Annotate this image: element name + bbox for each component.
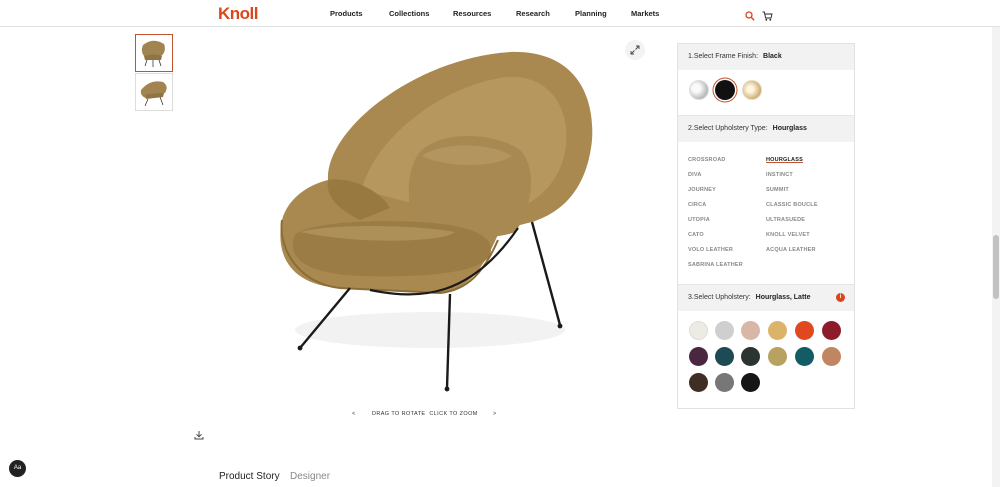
- upholstery-option-volo-leather[interactable]: VOLO LEATHER: [688, 247, 733, 253]
- swatch-black[interactable]: [741, 373, 760, 392]
- scrollbar[interactable]: [992, 27, 1000, 487]
- thumbnail-front[interactable]: [135, 34, 173, 72]
- nav-products[interactable]: Products: [330, 9, 363, 18]
- tab-designer[interactable]: Designer: [290, 471, 330, 482]
- site-header: Knoll Products Collections Resources Res…: [0, 0, 1000, 27]
- swatch-olive[interactable]: [768, 347, 787, 366]
- swatch-brown[interactable]: [689, 373, 708, 392]
- viewer-hint: DRAG TO ROTATE CLICK TO ZOOM: [372, 411, 478, 417]
- nav-resources[interactable]: Resources: [453, 9, 491, 18]
- upholstery-option-journey[interactable]: JOURNEY: [688, 187, 716, 193]
- search-icon[interactable]: [745, 8, 755, 26]
- upholstery-option-instinct[interactable]: INSTINCT: [766, 172, 793, 178]
- upholstery-option-hourglass[interactable]: HOURGLASS: [766, 157, 803, 163]
- info-icon[interactable]: i: [836, 293, 845, 302]
- swatch-orange[interactable]: [795, 321, 814, 340]
- upholstery-option-summit[interactable]: SUMMIT: [766, 187, 789, 193]
- swatch-teal-dark[interactable]: [715, 347, 734, 366]
- nav-markets[interactable]: Markets: [631, 9, 659, 18]
- upholstery-option-acqua-leather[interactable]: ACQUA LEATHER: [766, 247, 816, 253]
- upholstery-option-sabrina-leather[interactable]: SABRINA LEATHER: [688, 262, 743, 268]
- accessibility-button[interactable]: Aa: [9, 460, 26, 477]
- upholstery-option-cato[interactable]: CATO: [688, 232, 704, 238]
- upholstery-color-label: 3.Select Upholstery:: [688, 294, 751, 301]
- swatch-teal[interactable]: [795, 347, 814, 366]
- product-image-womb-chair[interactable]: [270, 50, 610, 395]
- swatch-mustard[interactable]: [768, 321, 787, 340]
- upholstery-option-utopia[interactable]: UTOPIA: [688, 217, 710, 223]
- upholstery-type-header[interactable]: 2.Select Upholstery Type: Hourglass: [678, 116, 854, 142]
- next-view-button[interactable]: >: [493, 411, 497, 417]
- expand-icon: [630, 45, 640, 55]
- upholstery-option-crossroad[interactable]: CROSSROAD: [688, 157, 726, 163]
- swatch-plum[interactable]: [689, 347, 708, 366]
- scrollbar-thumb[interactable]: [993, 235, 999, 299]
- swatch-blush[interactable]: [741, 321, 760, 340]
- upholstery-option-circa[interactable]: CIRCA: [688, 202, 706, 208]
- swatch-slate[interactable]: [715, 373, 734, 392]
- upholstery-type-label: 2.Select Upholstery Type:: [688, 125, 768, 132]
- finish-black-swatch[interactable]: [715, 80, 735, 100]
- upholstery-option-knoll-velvet[interactable]: KNOLL VELVET: [766, 232, 810, 238]
- frame-finish-value: Black: [763, 53, 782, 60]
- swatch-latte[interactable]: [689, 321, 708, 340]
- frame-finish-label: 1.Select Frame Finish:: [688, 53, 759, 60]
- nav-collections[interactable]: Collections: [389, 9, 429, 18]
- swatch-gray[interactable]: [715, 321, 734, 340]
- configurator-panel: 1.Select Frame Finish: Black 2.Select Uph…: [677, 43, 855, 409]
- frame-finish-header[interactable]: 1.Select Frame Finish: Black: [678, 44, 854, 70]
- finish-chrome-swatch[interactable]: [689, 80, 709, 100]
- swatch-red[interactable]: [822, 321, 841, 340]
- upholstery-option-ultrasuede[interactable]: ULTRASUEDE: [766, 217, 805, 223]
- cart-icon[interactable]: [762, 8, 773, 26]
- upholstery-color-value: Hourglass, Latte: [755, 294, 811, 301]
- thumbnail-side[interactable]: [135, 73, 173, 111]
- previous-view-button[interactable]: <: [352, 411, 356, 417]
- download-icon[interactable]: [194, 427, 204, 445]
- swatch-tan[interactable]: [822, 347, 841, 366]
- nav-research[interactable]: Research: [516, 9, 550, 18]
- tab-product-story[interactable]: Product Story: [219, 471, 280, 482]
- knoll-logo[interactable]: Knoll: [218, 4, 259, 24]
- upholstery-type-value: Hourglass: [772, 125, 807, 132]
- nav-planning[interactable]: Planning: [575, 9, 607, 18]
- fullscreen-button[interactable]: [625, 40, 645, 60]
- finish-gold-swatch[interactable]: [742, 80, 762, 100]
- upholstery-option-diva[interactable]: DIVA: [688, 172, 702, 178]
- upholstery-color-header[interactable]: 3.Select Upholstery: Hourglass, Latte: [678, 285, 854, 311]
- upholstery-option-classic-boucle[interactable]: CLASSIC BOUCLE: [766, 202, 818, 208]
- swatch-charcoal-green[interactable]: [741, 347, 760, 366]
